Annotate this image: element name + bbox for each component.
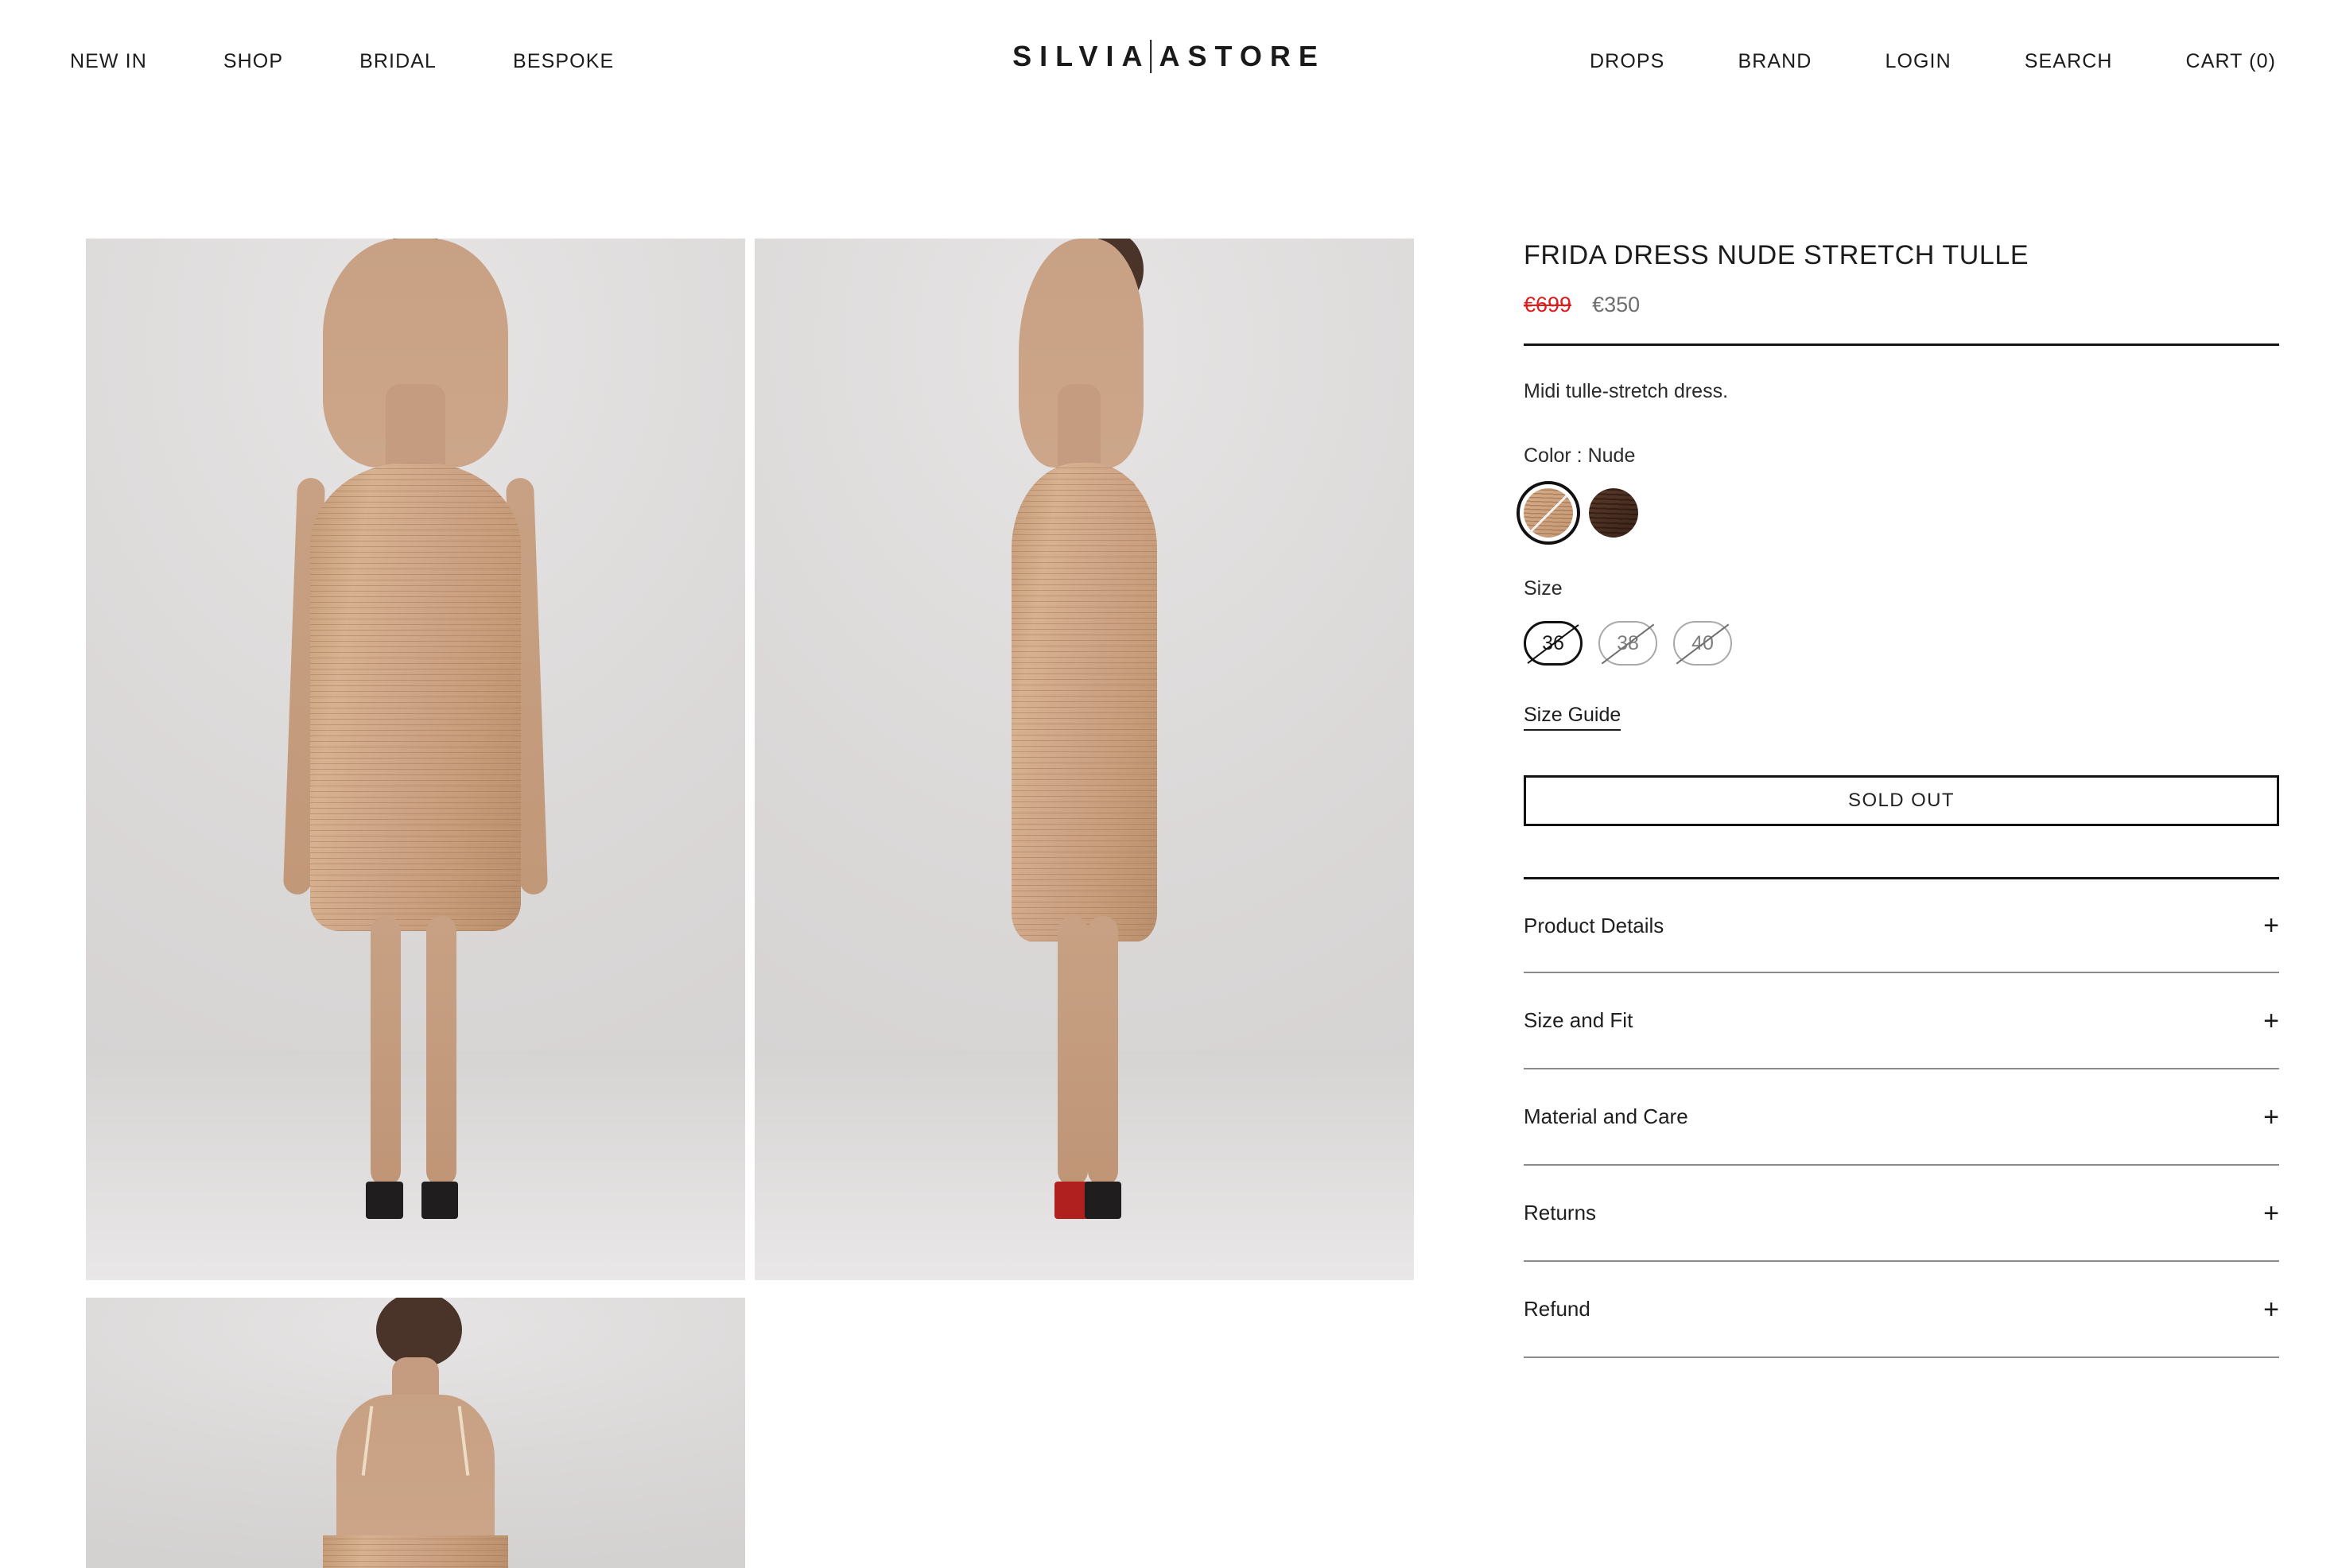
nav-bespoke[interactable]: BESPOKE: [513, 49, 614, 73]
dress-garment: [323, 1535, 508, 1568]
product-image-back[interactable]: [86, 1298, 745, 1568]
plus-icon[interactable]: +: [2263, 1200, 2279, 1227]
plus-icon[interactable]: +: [2263, 912, 2279, 939]
price-original: €699: [1524, 293, 1572, 316]
product-image-side[interactable]: [755, 239, 1414, 1280]
nav-shop[interactable]: SHOP: [223, 49, 283, 73]
accordion-label: Refund: [1524, 1297, 1590, 1321]
nav-brand[interactable]: BRAND: [1738, 49, 1812, 73]
accordion-item-returns[interactable]: Returns +: [1524, 1166, 2279, 1262]
model-shoe-right: [1084, 1181, 1121, 1219]
sold-out-slash-icon: [1527, 624, 1579, 664]
model-shoe-left: [366, 1181, 403, 1219]
accordion-label: Returns: [1524, 1201, 1597, 1225]
color-swatch-nude[interactable]: [1517, 481, 1580, 545]
size-selector-group: 36 38 40: [1524, 621, 2279, 666]
product-info-panel: FRIDA DRESS NUDE STRETCH TULLE €699 €350…: [1517, 239, 2279, 1358]
color-swatch-group: [1517, 481, 2279, 545]
nav-bridal[interactable]: BRIDAL: [359, 49, 437, 73]
dress-garment: [309, 462, 522, 932]
plus-icon[interactable]: +: [2263, 1007, 2279, 1034]
plus-icon[interactable]: +: [2263, 1296, 2279, 1323]
color-label: Color : Nude: [1524, 444, 1636, 467]
logo-divider-icon: [1150, 40, 1152, 73]
nav-new-in[interactable]: NEW IN: [70, 49, 147, 73]
logo-word-astore: ASTORE: [1159, 40, 1326, 72]
logo-word-silvia: SILVIA: [1012, 40, 1151, 72]
accordion-label: Product Details: [1524, 913, 1664, 937]
model-leg-left: [1058, 915, 1089, 1187]
price-block: €699 €350: [1524, 293, 2279, 317]
swatch-fabric-icon: [1589, 488, 1638, 538]
primary-navigation: NEW IN SHOP BRIDAL BESPOKE: [70, 49, 614, 73]
accordion-label: Size and Fit: [1524, 1008, 1633, 1032]
size-chip-36[interactable]: 36: [1524, 621, 1583, 666]
size-chip-40[interactable]: 40: [1673, 621, 1732, 666]
sold-out-slash-icon: [1601, 623, 1655, 665]
accordion-item-refund[interactable]: Refund +: [1524, 1262, 2279, 1358]
site-logo[interactable]: SILVIA ASTORE: [1012, 40, 1326, 73]
accordion-item-material-and-care[interactable]: Material and Care +: [1524, 1069, 2279, 1166]
size-guide-link[interactable]: Size Guide: [1524, 704, 1621, 731]
price-sale: €350: [1592, 293, 1641, 316]
model-shoe-right: [421, 1181, 459, 1219]
site-header: NEW IN SHOP BRIDAL BESPOKE SILVIA ASTORE…: [0, 0, 2338, 127]
product-title: FRIDA DRESS NUDE STRETCH TULLE: [1524, 240, 2029, 270]
divider-under-price: [1524, 343, 2279, 346]
product-gallery: [86, 239, 1414, 1568]
accordion-item-size-and-fit[interactable]: Size and Fit +: [1524, 973, 2279, 1069]
plus-icon[interactable]: +: [2263, 1104, 2279, 1131]
sold-out-slash-icon: [1676, 623, 1730, 665]
nav-login[interactable]: LOGIN: [1885, 49, 1951, 73]
color-swatch-brown[interactable]: [1589, 488, 1638, 538]
nav-drops[interactable]: DROPS: [1590, 49, 1664, 73]
studio-floor: [86, 1050, 745, 1280]
dress-garment: [1012, 462, 1157, 942]
utility-navigation: DROPS BRAND LOGIN SEARCH CART (0): [1590, 49, 2276, 73]
gallery-row-top: [86, 239, 1414, 1280]
size-label: Size: [1524, 577, 1563, 600]
nav-cart[interactable]: CART (0): [2186, 49, 2276, 73]
product-accordion: Product Details + Size and Fit + Materia…: [1524, 877, 2279, 1358]
model-leg-right: [425, 915, 456, 1187]
product-image-front[interactable]: [86, 239, 745, 1280]
model-leg-right: [1087, 915, 1118, 1187]
add-to-cart-button[interactable]: SOLD OUT: [1524, 775, 2279, 826]
nav-search[interactable]: SEARCH: [2025, 49, 2113, 73]
accordion-label: Material and Care: [1524, 1104, 1688, 1128]
accordion-item-product-details[interactable]: Product Details +: [1524, 877, 2279, 973]
gallery-row-bottom: [86, 1280, 1414, 1568]
product-description: Midi tulle-stretch dress.: [1524, 380, 1729, 402]
model-leg-left: [371, 915, 402, 1187]
size-chip-38[interactable]: 38: [1598, 621, 1657, 666]
